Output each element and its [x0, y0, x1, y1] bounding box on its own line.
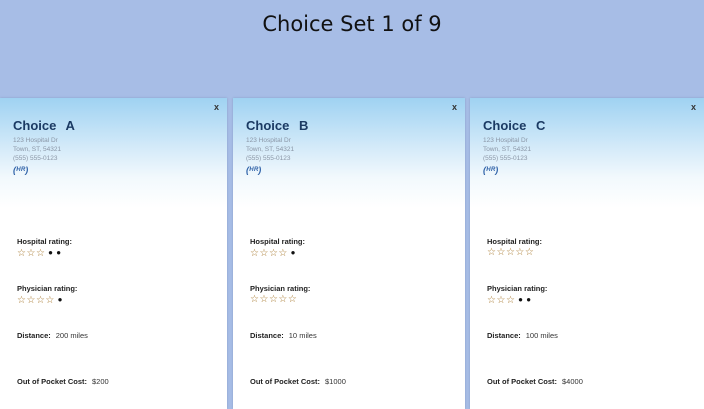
close-icon[interactable]: x: [214, 102, 219, 112]
choice-card-c[interactable]: x Choice C 123 Hospital Dr Town, ST, 543…: [470, 98, 704, 409]
distance-label: Distance:: [17, 331, 51, 340]
phone-number: (555) 555-0123: [483, 155, 528, 162]
hospital-logo-icon: (ᴴᴿ): [13, 165, 29, 175]
star-icon: ☆: [259, 294, 269, 305]
hospital-rating-label: Hospital rating:: [17, 237, 73, 246]
choice-cards: x Choice A 123 Hospital Dr Town, ST, 543…: [0, 98, 704, 409]
hospital-rating: ☆☆☆☆ ●: [250, 248, 296, 259]
empty-rating-dot-icon: ●: [53, 248, 62, 257]
distance-row: Distance: 200 miles: [17, 331, 88, 340]
choice-title: Choice C: [483, 118, 546, 133]
star-icon: ☆: [268, 248, 279, 259]
empty-rating-dot-icon: ●: [54, 295, 63, 304]
cost-value: $4000: [562, 377, 583, 386]
star-icon: ☆: [496, 295, 506, 306]
distance-row: Distance: 100 miles: [487, 331, 558, 340]
hospital-rating-label: Hospital rating:: [250, 237, 306, 246]
address-line: 123 Hospital Dr: [13, 137, 58, 144]
cost-label: Out of Pocket Cost:: [17, 377, 88, 386]
address-city: Town, ST, 54321: [13, 146, 62, 153]
close-icon[interactable]: x: [452, 102, 457, 112]
choice-title: Choice B: [246, 118, 309, 133]
star-icon: ☆: [278, 248, 288, 259]
hospital-rating: ☆☆☆☆☆: [487, 248, 534, 258]
physician-rating-label: Physician rating:: [250, 284, 311, 293]
empty-rating-dot-icon: ●: [523, 295, 532, 304]
cost-row: Out of Pocket Cost: $1000: [250, 377, 346, 386]
star-icon: ☆: [505, 295, 516, 306]
star-icon: ☆: [268, 294, 279, 305]
page-title: Choice Set 1 of 9: [262, 12, 442, 36]
choice-card-b[interactable]: x Choice B 123 Hospital Dr Town, ST, 543…: [233, 98, 465, 409]
distance-label: Distance:: [487, 331, 521, 340]
choice-title: Choice A: [13, 118, 75, 133]
cost-value: $200: [92, 377, 109, 386]
cost-row: Out of Pocket Cost: $4000: [487, 377, 583, 386]
physician-rating: ☆☆☆ ● ●: [487, 295, 532, 306]
distance-label: Distance:: [250, 331, 284, 340]
close-icon[interactable]: x: [691, 102, 696, 112]
choice-card-a[interactable]: x Choice A 123 Hospital Dr Town, ST, 543…: [0, 98, 227, 409]
empty-rating-dot-icon: ●: [287, 248, 296, 257]
star-icon: ☆: [515, 247, 525, 258]
distance-row: Distance: 10 miles: [250, 331, 317, 340]
distance-value: 10 miles: [288, 331, 317, 340]
address-city: Town, ST, 54321: [246, 146, 295, 153]
hospital-rating: ☆☆☆ ● ●: [17, 248, 62, 259]
star-icon: ☆: [287, 294, 298, 305]
address-line: 123 Hospital Dr: [246, 137, 291, 144]
hospital-logo-icon: (ᴴᴿ): [246, 165, 262, 175]
cost-value: $1000: [325, 377, 346, 386]
address-line: 123 Hospital Dr: [483, 137, 528, 144]
header: Choice Set 1 of 9: [0, 0, 704, 100]
address-city: Town, ST, 54321: [483, 146, 532, 153]
star-icon: ☆: [45, 295, 55, 306]
star-icon: ☆: [259, 248, 269, 259]
cost-row: Out of Pocket Cost: $200: [17, 377, 109, 386]
star-icon: ☆: [35, 295, 46, 306]
distance-value: 100 miles: [525, 331, 558, 340]
star-icon: ☆: [26, 248, 36, 259]
distance-value: 200 miles: [55, 331, 88, 340]
star-icon: ☆: [26, 295, 36, 306]
physician-rating-label: Physician rating:: [17, 284, 78, 293]
hospital-rating-label: Hospital rating:: [487, 237, 543, 246]
physician-rating: ☆☆☆☆ ●: [17, 295, 63, 306]
star-icon: ☆: [35, 248, 46, 259]
cost-label: Out of Pocket Cost:: [250, 377, 321, 386]
physician-rating-label: Physician rating:: [487, 284, 548, 293]
phone-number: (555) 555-0123: [246, 155, 291, 162]
star-icon: ☆: [505, 247, 516, 258]
star-icon: ☆: [524, 247, 535, 258]
cost-label: Out of Pocket Cost:: [487, 377, 558, 386]
physician-rating: ☆☆☆☆☆: [250, 295, 297, 305]
phone-number: (555) 555-0123: [13, 155, 58, 162]
star-icon: ☆: [278, 294, 288, 305]
hospital-logo-icon: (ᴴᴿ): [483, 165, 499, 175]
star-icon: ☆: [496, 247, 506, 258]
